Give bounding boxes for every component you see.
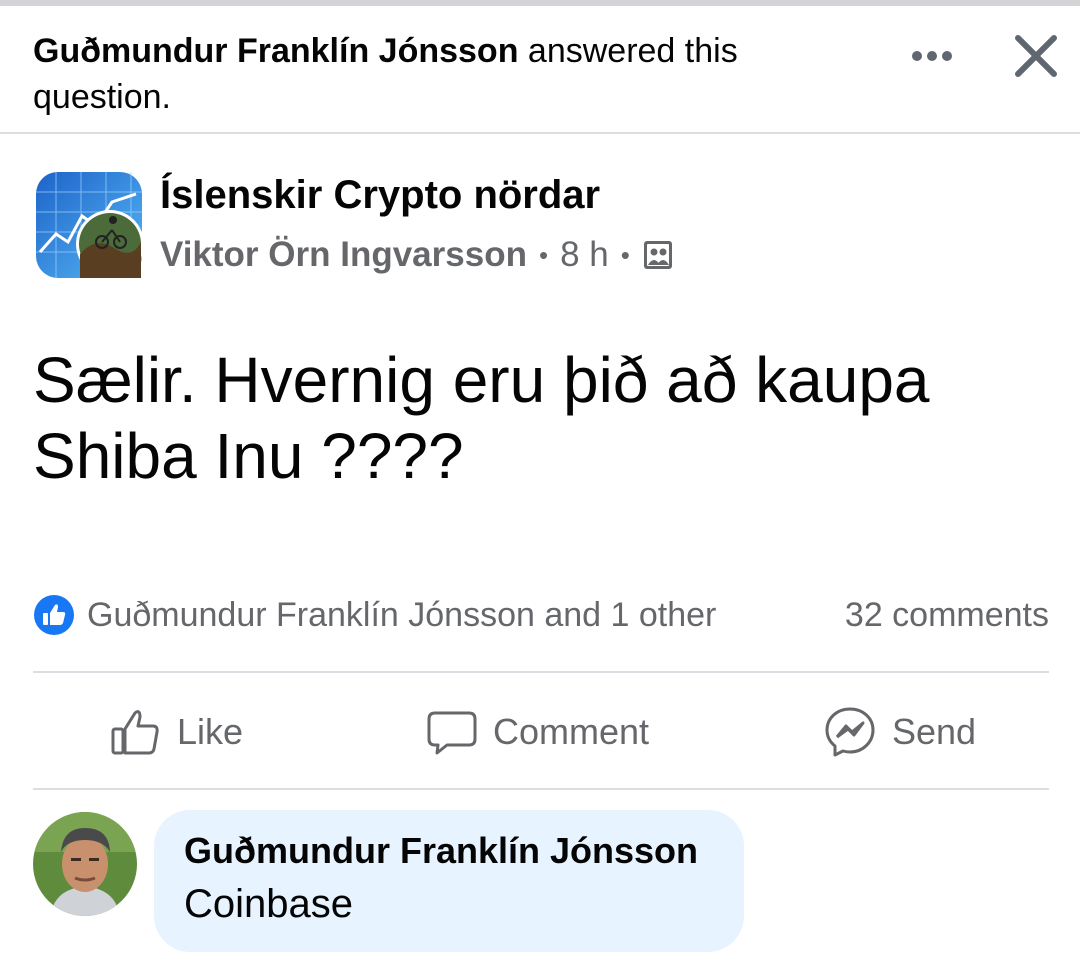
reactions-bar: Guðmundur Franklín Jónsson and 1 other 3… <box>33 590 1049 640</box>
send-button[interactable]: Send <box>822 676 976 788</box>
more-options-button[interactable] <box>904 36 960 76</box>
messenger-icon <box>825 707 875 757</box>
like-reaction-icon <box>34 595 74 635</box>
notification-action: answered this <box>518 32 738 70</box>
post-author[interactable]: Viktor Örn Ingvarsson <box>160 235 527 275</box>
notification-actor[interactable]: Guðmundur Franklín Jónsson <box>33 32 518 70</box>
post-text-line1: Sælir. Hvernig eru þið að kaupa <box>33 344 930 416</box>
comment-author[interactable]: Guðmundur Franklín Jónsson <box>184 828 714 874</box>
more-icon <box>912 51 952 61</box>
divider-bottom <box>33 788 1049 790</box>
action-bar: Like Comment Send <box>33 676 1049 788</box>
comment-button[interactable]: Comment <box>425 676 649 788</box>
comment-bubble: Guðmundur Franklín Jónsson Coinbase <box>154 810 744 952</box>
reactions-summary[interactable]: Guðmundur Franklín Jónsson and 1 other <box>87 596 716 635</box>
meta-separator: • <box>538 239 549 270</box>
send-label: Send <box>892 711 977 752</box>
like-button[interactable]: Like <box>109 676 243 788</box>
comments-count[interactable]: 32 comments <box>845 596 1049 635</box>
meta-separator-2: • <box>620 239 630 270</box>
commenter-avatar[interactable] <box>33 812 137 916</box>
comment-text: Coinbase <box>184 882 354 926</box>
post-meta: Viktor Örn Ingvarsson • 8 h • <box>160 232 674 278</box>
comment-icon <box>427 711 477 755</box>
notification-text: Guðmundur Franklín Jónsson answered this… <box>33 28 833 120</box>
notification-header: Guðmundur Franklín Jónsson answered this… <box>0 6 1080 134</box>
notification-action-cont: question. <box>33 78 171 116</box>
post-text: Sælir. Hvernig eru þið að kaupa Shiba In… <box>33 342 1033 494</box>
comment-label: Comment <box>493 711 650 752</box>
group-avatar[interactable] <box>36 172 144 278</box>
post-text-line2: Shiba Inu ???? <box>33 420 464 492</box>
close-icon <box>1015 35 1057 77</box>
divider-top <box>33 671 1049 673</box>
close-button[interactable] <box>1008 28 1064 84</box>
like-label: Like <box>177 711 244 752</box>
group-name[interactable]: Íslenskir Crypto nördar <box>160 170 600 220</box>
like-icon <box>111 710 159 755</box>
group-audience-icon <box>643 241 672 269</box>
post-time[interactable]: 8 h <box>560 235 609 275</box>
